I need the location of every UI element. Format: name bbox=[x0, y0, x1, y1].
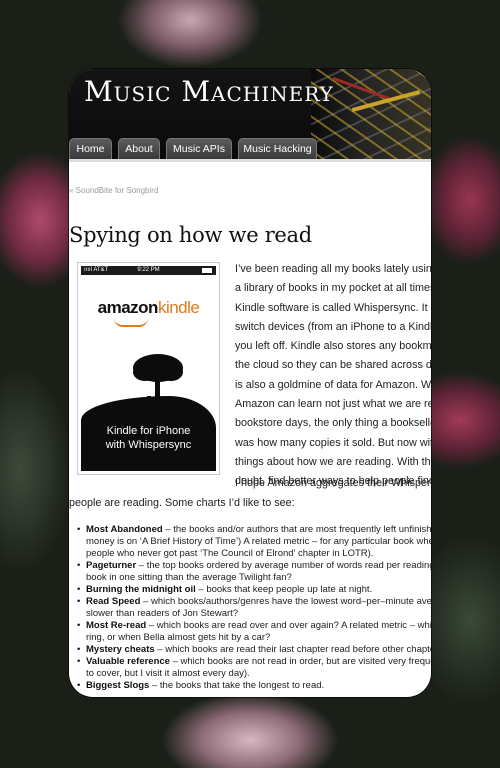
paragraph-line: Amazon can learn not just what we are re… bbox=[235, 398, 431, 411]
paragraph-line: Kindle software is called Whispersync. I… bbox=[235, 301, 431, 314]
post-title[interactable]: Spying on how we read bbox=[69, 223, 312, 247]
list-item-text: people who never got past ‘The Council o… bbox=[86, 548, 374, 559]
nav-tab-music-apis[interactable]: Music APIs bbox=[166, 138, 232, 159]
paragraph-line: the cloud so they can be shared across d… bbox=[235, 359, 431, 372]
post-paragraph-2: I hope Amazon aggregates their Whispersy… bbox=[69, 474, 431, 513]
list-item: Burning the midnight oil – books that ke… bbox=[75, 584, 431, 596]
list-item-text: – the top books ordered by average numbe… bbox=[136, 560, 431, 571]
list-item-term: Valuable reference bbox=[86, 656, 170, 667]
list-item-text: money is on ‘A Brief History of Time’) A… bbox=[86, 536, 431, 547]
paragraph-line: I hope Amazon aggregates their Whispersy… bbox=[235, 477, 431, 489]
post-paragraph-1: I’ve been reading all my books lately us… bbox=[235, 260, 431, 492]
list-item: Biggest Slogs – the books that take the … bbox=[75, 680, 431, 692]
list-item: Pageturner – the top books ordered by av… bbox=[75, 560, 431, 584]
list-item: Read Speed – which books/authors/genres … bbox=[75, 596, 431, 620]
list-item-text: slower than readers of Jon Stewart? bbox=[86, 608, 239, 619]
list-item: Valuable reference – which books are not… bbox=[75, 656, 431, 680]
wished-charts-list: Most Abandoned – the books and/or author… bbox=[75, 524, 431, 692]
list-item: Mystery cheats – which books are read th… bbox=[75, 644, 431, 656]
amazon-smile-icon bbox=[114, 318, 148, 327]
nav-tab-about[interactable]: About bbox=[118, 138, 160, 159]
status-bar: ııııl AT&T 9:22 PM bbox=[81, 266, 216, 275]
status-time: 9:22 PM bbox=[137, 267, 160, 273]
list-item-term: Biggest Slogs bbox=[86, 680, 150, 691]
site-header: Music Machinery Home About Music APIs Mu… bbox=[69, 69, 431, 159]
kindle-caption: Kindle for iPhone with Whispersync bbox=[105, 425, 192, 451]
paragraph-line: people are reading. Some charts I’d like… bbox=[69, 496, 295, 509]
site-title[interactable]: Music Machinery bbox=[84, 75, 334, 108]
list-item-term: Read Speed bbox=[86, 596, 141, 607]
list-item-term: Mystery cheats bbox=[86, 644, 155, 655]
list-item-text: – which books are not read in order, but… bbox=[169, 656, 431, 667]
main-nav: Home About Music APIs Music Hacking bbox=[69, 135, 431, 159]
paragraph-line: switch devices (from an iPhone to a Kind… bbox=[235, 320, 431, 333]
list-item-text: – books that keep people up late at nigh… bbox=[195, 584, 373, 595]
amazon-kindle-logo: amazonkindle bbox=[97, 298, 200, 317]
list-item-text: – the books and/or authors that are most… bbox=[162, 524, 431, 535]
phone-screen: Music Machinery Home About Music APIs Mu… bbox=[69, 69, 431, 697]
list-item-text: book in one sitting than the average Twi… bbox=[86, 572, 292, 583]
paragraph-line: things about how we are reading. With th… bbox=[235, 455, 431, 468]
paragraph-line: is also a goldmine of data for Amazon. W… bbox=[235, 378, 431, 391]
list-item-text: – the books that take the longest to rea… bbox=[149, 680, 325, 691]
kindle-for-iphone-image: ııııl AT&T 9:22 PM amazonkindle Kindle f… bbox=[77, 262, 220, 475]
list-item: Most Re-read – which books are read over… bbox=[75, 620, 431, 644]
paragraph-line: you left off. Kindle also stores any boo… bbox=[235, 340, 431, 353]
list-item-text: ring, or when Bella almost gets hit by a… bbox=[86, 632, 271, 643]
kindle-screen: ııııl AT&T 9:22 PM amazonkindle Kindle f… bbox=[81, 266, 216, 471]
list-item-term: Burning the midnight oil bbox=[86, 584, 196, 595]
paragraph-line: bookstore days, the only thing a booksel… bbox=[235, 417, 431, 430]
paragraph-line: was how many copies it sold. But now wit… bbox=[235, 436, 431, 449]
list-item-text: – which books are read over and over aga… bbox=[146, 620, 431, 631]
paragraph-line: I’ve been reading all my books lately us… bbox=[235, 263, 431, 275]
list-item-term: Pageturner bbox=[86, 560, 137, 571]
list-item-text: to cover, but I visit it almost every da… bbox=[86, 668, 250, 679]
list-item-term: Most Re-read bbox=[86, 620, 147, 631]
previous-post-link[interactable]: « SoundBite for Songbird bbox=[69, 186, 158, 195]
list-item-term: Most Abandoned bbox=[86, 524, 163, 535]
battery-icon bbox=[202, 268, 212, 273]
nav-underline bbox=[69, 159, 431, 162]
nav-tab-music-hacking[interactable]: Music Hacking bbox=[238, 138, 317, 159]
list-item-text: – which books/authors/genres have the lo… bbox=[140, 596, 431, 607]
list-item-text: – which books are read their last chapte… bbox=[154, 644, 431, 655]
list-item: Most Abandoned – the books and/or author… bbox=[75, 524, 431, 560]
paragraph-line: a library of books in my pocket at all t… bbox=[235, 282, 431, 295]
nav-tab-home[interactable]: Home bbox=[69, 138, 112, 159]
